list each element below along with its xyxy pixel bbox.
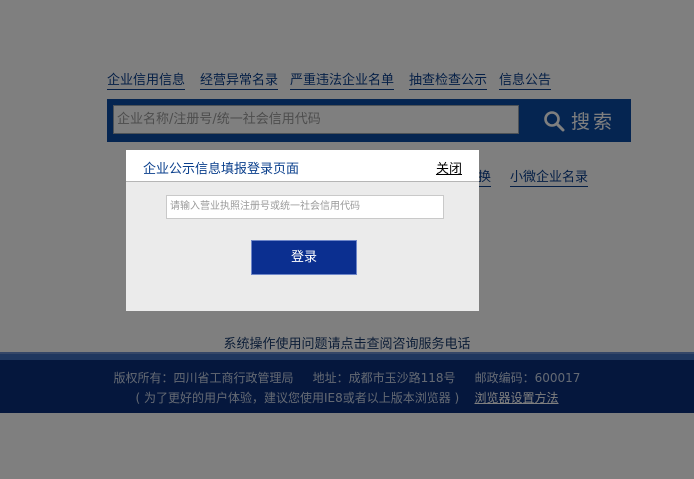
dialog-close-button[interactable]: 关闭 <box>436 158 462 177</box>
login-button[interactable]: 登录 <box>251 240 357 275</box>
dialog-title: 企业公示信息填报登录页面 <box>143 162 300 177</box>
registration-number-input[interactable]: 请输入营业执照注册号或统一社会信用代码 <box>166 195 444 219</box>
page: 企业信用信息 经营异常名录 严重违法企业名单 抽查检查公示 信息公告 企业名称/… <box>0 0 694 479</box>
login-dialog: 企业公示信息填报登录页面 关闭 请输入营业执照注册号或统一社会信用代码 登录 <box>126 150 479 311</box>
dialog-header: 企业公示信息填报登录页面 关闭 <box>126 150 479 182</box>
